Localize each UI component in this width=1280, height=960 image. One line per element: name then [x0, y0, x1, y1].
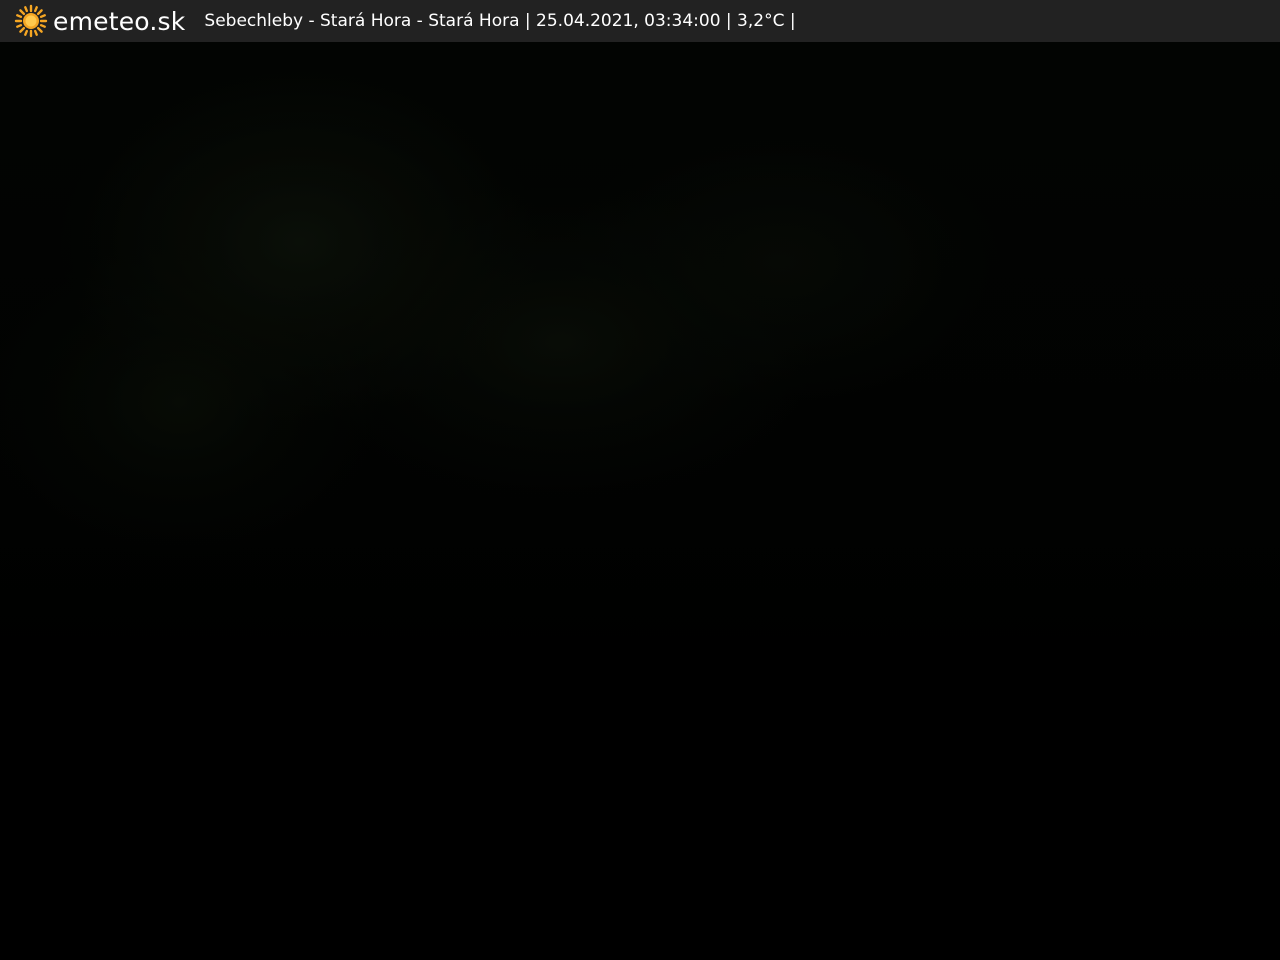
brand-logo: emeteo.sk: [0, 4, 185, 38]
webcam-caption: Sebechleby - Stará Hora - Stará Hora | 2…: [204, 11, 796, 31]
webcam-overlay-bar: emeteo.sk Sebechleby - Stará Hora - Star…: [0, 0, 1280, 42]
webcam-frame: emeteo.sk Sebechleby - Stará Hora - Star…: [0, 0, 1280, 960]
sun-icon: [14, 4, 48, 38]
webcam-image: [0, 42, 1280, 960]
brand-name: emeteo.sk: [53, 6, 186, 36]
